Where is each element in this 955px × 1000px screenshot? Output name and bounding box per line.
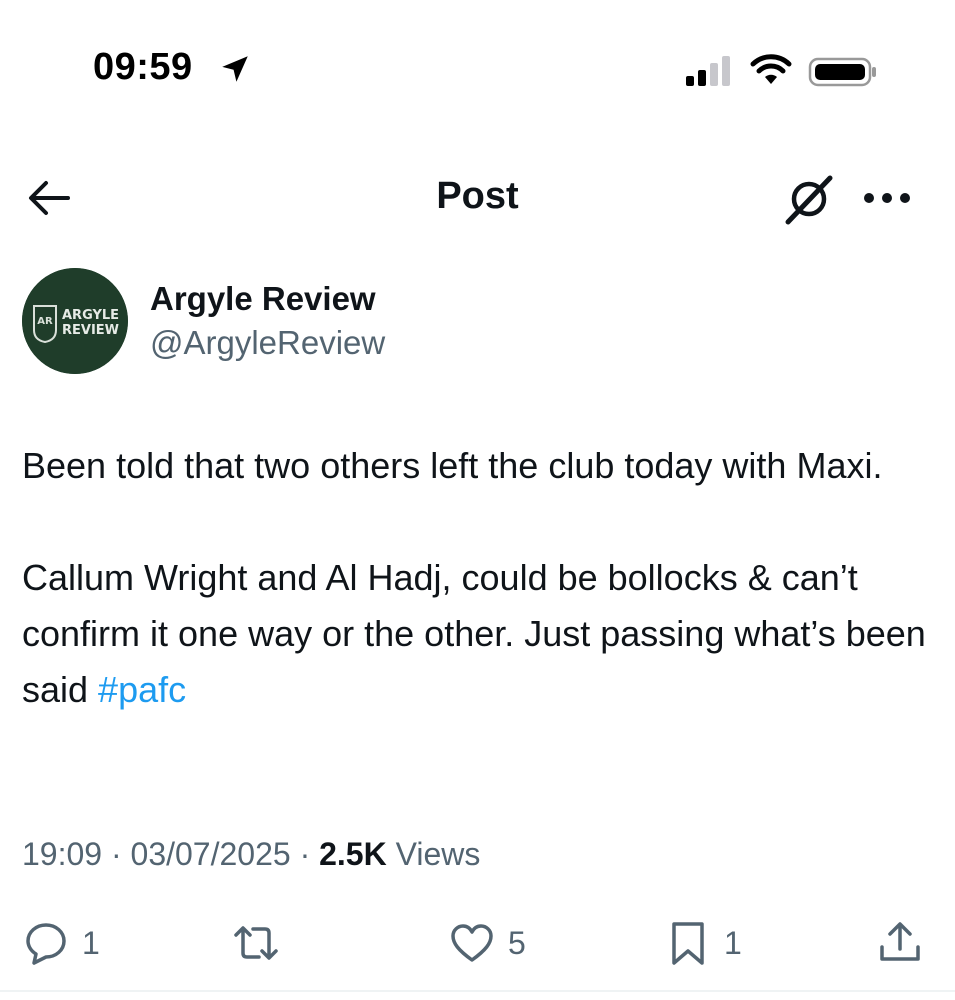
author-name[interactable]: Argyle Review bbox=[150, 280, 376, 318]
reply-icon bbox=[26, 923, 66, 965]
avatar[interactable]: AR ARGYLE REVIEW bbox=[22, 268, 128, 374]
bookmark-count: 1 bbox=[724, 924, 742, 961]
tweet-paragraph-2: Callum Wright and Al Hadj, could be boll… bbox=[22, 550, 942, 718]
author-handle[interactable]: @ArgyleReview bbox=[150, 324, 385, 362]
share-button[interactable] bbox=[876, 908, 924, 978]
reply-button[interactable]: 1 bbox=[22, 908, 100, 978]
tweet-paragraph-1: Been told that two others left the club … bbox=[22, 445, 883, 486]
avatar-text-line2: REVIEW bbox=[62, 323, 119, 338]
status-bar: 09:59 bbox=[0, 0, 955, 140]
tweet-text: Been told that two others left the club … bbox=[22, 438, 942, 718]
battery-icon bbox=[808, 57, 876, 87]
more-options-icon[interactable] bbox=[862, 190, 912, 206]
heart-icon bbox=[451, 924, 493, 962]
post-time: 19:09 bbox=[22, 836, 103, 872]
post-header: Post bbox=[0, 160, 955, 240]
share-icon bbox=[880, 922, 920, 961]
cellular-signal-icon bbox=[686, 56, 730, 86]
meta-separator: · bbox=[290, 836, 320, 872]
reply-count: 1 bbox=[82, 924, 100, 961]
like-count: 5 bbox=[508, 924, 526, 961]
grok-icon[interactable] bbox=[782, 172, 836, 226]
post-date: 03/07/2025 bbox=[130, 836, 291, 872]
hashtag-link[interactable]: #pafc bbox=[98, 669, 186, 710]
argyle-review-logo: AR ARGYLE REVIEW bbox=[22, 268, 128, 374]
status-time: 09:59 bbox=[93, 46, 193, 88]
wifi-icon bbox=[750, 54, 792, 84]
tweet-meta: 19:09 · 03/07/2025 · 2.5K Views bbox=[22, 836, 480, 873]
action-bar: 1 5 1 bbox=[0, 908, 955, 978]
avatar-monogram: AR bbox=[37, 316, 53, 327]
views-label: Views bbox=[386, 836, 481, 872]
location-arrow-icon bbox=[222, 56, 248, 82]
views-count[interactable]: 2.5K bbox=[319, 836, 387, 872]
bookmark-button[interactable]: 1 bbox=[664, 908, 742, 978]
repost-icon bbox=[234, 926, 278, 960]
divider bbox=[0, 990, 955, 992]
bookmark-icon bbox=[672, 922, 704, 965]
repost-button[interactable] bbox=[232, 908, 292, 978]
avatar-text-line1: ARGYLE bbox=[62, 308, 119, 323]
like-button[interactable]: 5 bbox=[448, 908, 526, 978]
meta-separator: · bbox=[102, 836, 131, 872]
